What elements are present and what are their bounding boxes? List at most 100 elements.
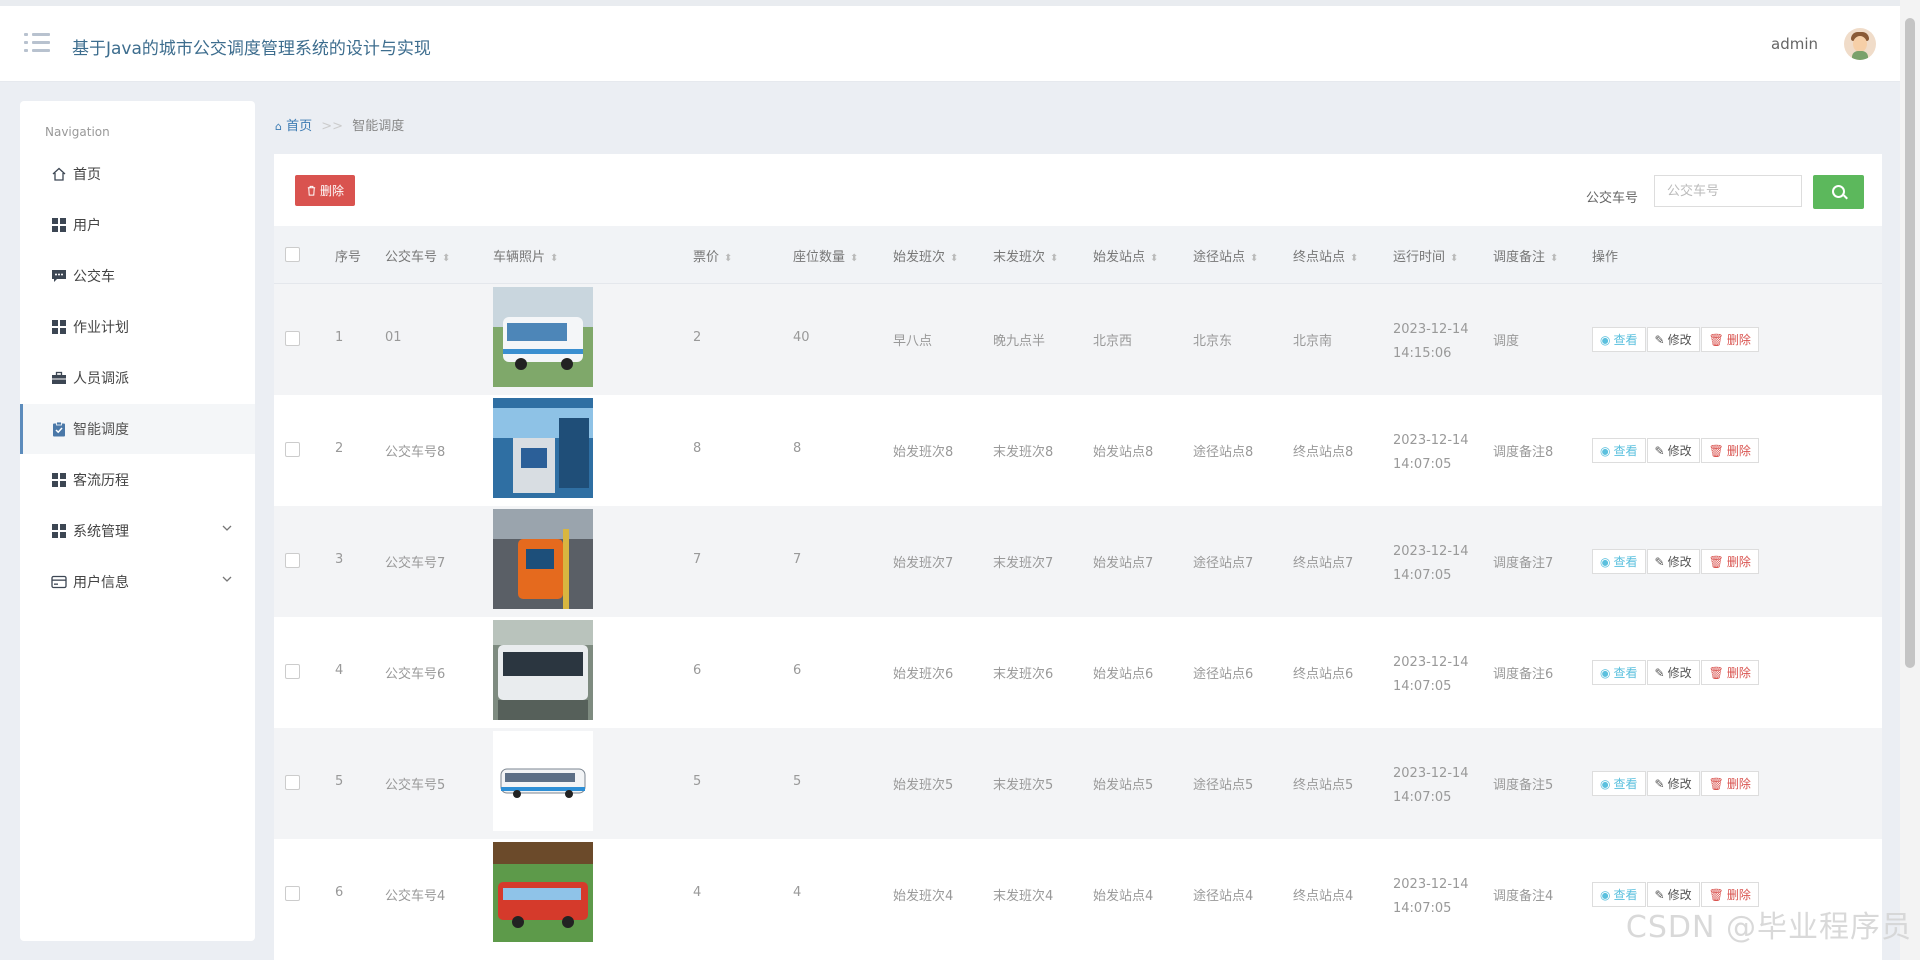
bus-photo xyxy=(493,287,593,387)
cell-start: 始发站点7 xyxy=(1093,556,1154,571)
eye-icon: ◉ xyxy=(1600,887,1611,902)
delete-button[interactable]: 🗑 删除 xyxy=(1700,771,1759,796)
batch-delete-button[interactable]: 删除 xyxy=(295,175,355,206)
cell-seats: 4 xyxy=(793,885,802,900)
watermark: CSDN @毕业程序员 xyxy=(1625,910,1912,945)
sort-icon: ⬍ xyxy=(1050,253,1059,264)
col-header[interactable]: 始发站点 ⬍ xyxy=(1093,246,1158,265)
eye-icon: ◉ xyxy=(1600,665,1611,680)
view-button[interactable]: ◉ 查看 xyxy=(1592,660,1646,685)
cell-run-time: 2023-12-14 14:07:05 xyxy=(1393,877,1469,916)
breadcrumb-home[interactable]: 首页 xyxy=(286,119,312,134)
select-all-checkbox[interactable] xyxy=(285,247,300,262)
avatar[interactable] xyxy=(1844,28,1876,60)
search-button[interactable] xyxy=(1813,175,1864,209)
sort-icon: ⬍ xyxy=(1150,253,1159,264)
grid-icon xyxy=(51,472,67,488)
page-scrollbar[interactable] xyxy=(1900,0,1920,960)
delete-button[interactable]: 🗑 删除 xyxy=(1700,327,1759,352)
scrollbar-thumb[interactable] xyxy=(1905,18,1915,668)
cell-price: 4 xyxy=(693,885,702,900)
cell-note: 调度备注8 xyxy=(1493,445,1554,460)
user-name[interactable]: admin xyxy=(1771,35,1818,53)
cell-via: 途径站点7 xyxy=(1193,556,1254,571)
col-header[interactable]: 途径站点 ⬍ xyxy=(1193,246,1258,265)
edit-button[interactable]: ✎ 修改 xyxy=(1646,771,1700,796)
view-button[interactable]: ◉ 查看 xyxy=(1592,549,1646,574)
cell-last: 末发班次7 xyxy=(993,556,1054,571)
sidebar-item-work-plan[interactable]: 作业计划 xyxy=(20,302,255,352)
sidebar-item-bus[interactable]: 公交车 xyxy=(20,251,255,301)
cell-first: 始发班次6 xyxy=(893,667,954,682)
row-checkbox[interactable] xyxy=(285,553,300,568)
home-icon xyxy=(51,166,67,182)
sidebar-item-smart-dispatch[interactable]: 智能调度 xyxy=(20,404,255,454)
delete-button[interactable]: 🗑 删除 xyxy=(1700,438,1759,463)
view-button[interactable]: ◉ 查看 xyxy=(1592,438,1646,463)
trash-icon: 🗑 xyxy=(1708,776,1724,791)
cell-run-time: 2023-12-14 14:07:05 xyxy=(1393,433,1469,472)
comment-icon xyxy=(51,268,67,284)
edit-icon: ✎ xyxy=(1654,332,1665,347)
delete-button[interactable]: 🗑 删除 xyxy=(1700,660,1759,685)
col-header[interactable]: 车辆照片 ⬍ xyxy=(493,246,558,265)
edit-icon: ✎ xyxy=(1654,887,1665,902)
col-header[interactable]: 始发班次 ⬍ xyxy=(893,246,958,265)
sidebar-item-user-info[interactable]: 用户信息 xyxy=(20,557,255,607)
row-checkbox[interactable] xyxy=(285,775,300,790)
edit-button[interactable]: ✎ 修改 xyxy=(1646,327,1700,352)
sidebar-item-label: 用户信息 xyxy=(73,575,129,591)
col-header[interactable]: 末发班次 ⬍ xyxy=(993,246,1058,265)
col-header[interactable]: 公交车号 ⬍ xyxy=(385,246,450,265)
col-header[interactable]: 调度备注 ⬍ xyxy=(1493,246,1558,265)
trash-icon: 🗑 xyxy=(1708,332,1724,347)
sidebar-item-system-management[interactable]: 系统管理 xyxy=(20,506,255,556)
cell-bus_no: 公交车号7 xyxy=(385,556,446,571)
bus-photo xyxy=(493,731,593,831)
sidebar-item-passenger-flow[interactable]: 客流历程 xyxy=(20,455,255,505)
search-input[interactable] xyxy=(1654,175,1802,207)
cell-last: 末发班次6 xyxy=(993,667,1054,682)
menu-toggle-icon[interactable] xyxy=(24,33,50,55)
cell-seats: 8 xyxy=(793,441,802,456)
cell-via: 途径站点6 xyxy=(1193,667,1254,682)
sort-icon: ⬍ xyxy=(1350,253,1359,264)
cell-seats: 40 xyxy=(793,330,810,345)
row-checkbox[interactable] xyxy=(285,664,300,679)
sort-icon: ⬍ xyxy=(550,253,559,264)
row-actions: ◉ 查看 ✎ 修改 🗑 删除 xyxy=(1592,438,1760,463)
cell-seats: 6 xyxy=(793,663,802,678)
cell-price: 8 xyxy=(693,441,702,456)
table-row: 2 公交车号8 8 8 始发班次8 末发班次8 始发站点8 途径站点8 终点站点8 调度备注8 20… xyxy=(274,395,1882,506)
cell-price: 6 xyxy=(693,663,702,678)
cell-via: 途径站点8 xyxy=(1193,445,1254,460)
cell-run-time: 2023-12-14 14:15:06 xyxy=(1393,322,1469,361)
cell-last: 末发班次8 xyxy=(993,445,1054,460)
cell-end: 终点站点6 xyxy=(1293,667,1354,682)
edit-button[interactable]: ✎ 修改 xyxy=(1646,438,1700,463)
cell-index: 6 xyxy=(335,885,344,900)
delete-button[interactable]: 🗑 删除 xyxy=(1700,549,1759,574)
row-checkbox[interactable] xyxy=(285,442,300,457)
edit-icon: ✎ xyxy=(1654,776,1665,791)
sidebar-item-staff-dispatch[interactable]: 人员调派 xyxy=(20,353,255,403)
row-checkbox[interactable] xyxy=(285,886,300,901)
row-checkbox[interactable] xyxy=(285,331,300,346)
table-body: 1 01 2 40 早八点 晚九点半 北京西 北京东 北京南 调度 2023-12-14 14:15:… xyxy=(274,284,1882,950)
cell-bus_no: 公交车号4 xyxy=(385,889,446,904)
table-row: 4 公交车号6 6 6 始发班次6 末发班次6 始发站点6 途径站点6 终点站点6 调度备注6 20… xyxy=(274,617,1882,728)
sidebar-item-label: 公交车 xyxy=(73,269,115,285)
cell-index: 5 xyxy=(335,774,344,789)
sidebar-item-home[interactable]: 首页 xyxy=(20,149,255,199)
view-button[interactable]: ◉ 查看 xyxy=(1592,771,1646,796)
col-header[interactable]: 票价 ⬍ xyxy=(693,246,732,265)
cell-end: 终点站点7 xyxy=(1293,556,1354,571)
edit-button[interactable]: ✎ 修改 xyxy=(1646,660,1700,685)
view-button[interactable]: ◉ 查看 xyxy=(1592,327,1646,352)
sidebar-item-label: 用户 xyxy=(73,218,101,234)
sidebar-item-users[interactable]: 用户 xyxy=(20,200,255,250)
edit-button[interactable]: ✎ 修改 xyxy=(1646,549,1700,574)
col-header[interactable]: 终点站点 ⬍ xyxy=(1293,246,1358,265)
col-header[interactable]: 座位数量 ⬍ xyxy=(793,246,858,265)
col-header[interactable]: 运行时间 ⬍ xyxy=(1393,246,1458,265)
